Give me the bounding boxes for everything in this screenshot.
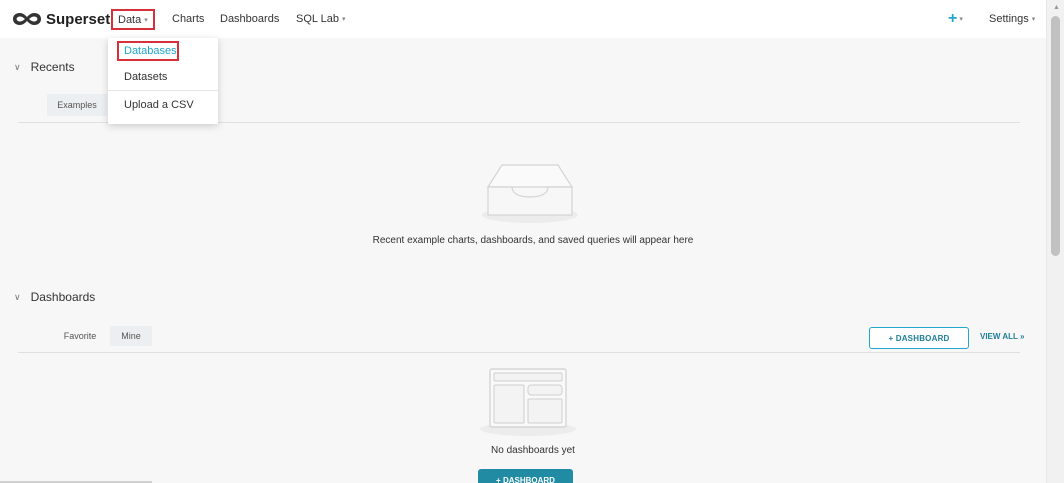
nav-dashboards-label: Dashboards	[220, 13, 280, 25]
chevron-down-icon: ▾	[342, 16, 346, 23]
dashboards-divider	[18, 352, 1020, 353]
chevron-down-icon: ∨	[14, 61, 21, 72]
nav-charts[interactable]: Charts	[168, 0, 208, 38]
tab-mine[interactable]: Mine	[110, 326, 152, 346]
empty-inbox-icon	[478, 157, 582, 225]
dashboards-title: Dashboards	[30, 290, 96, 304]
superset-logo-icon	[13, 13, 41, 25]
top-navbar: Superset Data ▾ Charts Dashboards SQL La…	[0, 0, 1046, 38]
nav-charts-label: Charts	[172, 13, 205, 25]
tab-examples[interactable]: Examples	[47, 94, 107, 116]
nav-data-menu[interactable]: Data ▾	[111, 9, 155, 30]
recents-empty-message: Recent example charts, dashboards, and s…	[372, 235, 694, 246]
chevron-down-icon: ▾	[144, 16, 148, 24]
view-all-link[interactable]: VIEW ALL »	[980, 332, 1024, 341]
add-dashboard-button[interactable]: + DASHBOARD	[869, 327, 969, 349]
chevron-down-icon: ∨	[14, 291, 21, 302]
recents-section-toggle[interactable]: ∨ Recents	[14, 60, 75, 74]
nav-sql-lab-menu[interactable]: SQL Lab ▾	[292, 0, 350, 38]
nav-sql-lab-label: SQL Lab	[296, 13, 340, 25]
empty-dashboard-icon	[476, 365, 580, 437]
menu-divider	[108, 90, 218, 91]
create-dashboard-button[interactable]: + DASHBOARD	[478, 469, 573, 483]
chevron-down-icon: ▾	[959, 16, 963, 23]
dashboards-section-toggle[interactable]: ∨ Dashboards	[14, 290, 95, 304]
nav-settings-menu[interactable]: Settings ▾	[985, 0, 1039, 38]
dashboards-empty-message: No dashboards yet	[491, 445, 575, 456]
brand-name: Superset	[46, 10, 111, 28]
new-menu-button[interactable]: + ▾	[948, 0, 963, 38]
scroll-up-icon[interactable]: ▲	[1053, 4, 1060, 11]
recents-title: Recents	[30, 60, 75, 74]
vertical-scrollbar[interactable]: ▲	[1046, 0, 1064, 483]
chevron-down-icon: ▾	[1031, 16, 1036, 23]
brand[interactable]: Superset	[12, 11, 110, 28]
menu-item-datasets[interactable]: Datasets	[108, 71, 218, 83]
nav-data-label: Data	[118, 13, 142, 26]
plus-icon: +	[948, 10, 958, 27]
menu-item-upload-csv[interactable]: Upload a CSV	[108, 99, 218, 111]
tab-favorite[interactable]: Favorite	[60, 326, 100, 346]
nav-dashboards[interactable]: Dashboards	[216, 0, 283, 38]
nav-settings-label: Settings	[989, 13, 1029, 25]
scrollbar-thumb[interactable]	[1051, 16, 1060, 256]
data-dropdown-menu: Databases Datasets Upload a CSV	[108, 38, 218, 124]
menu-item-databases[interactable]: Databases	[117, 41, 179, 61]
